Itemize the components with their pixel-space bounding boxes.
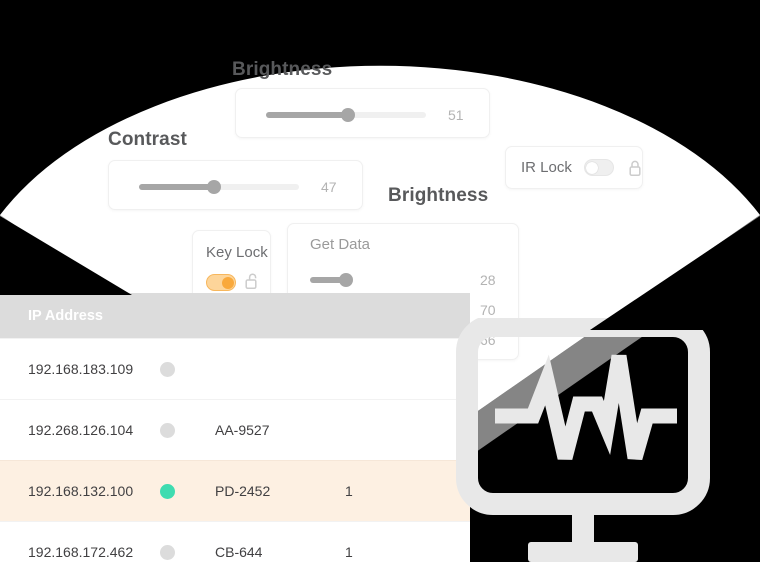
cell-name: AA-9527 [215, 422, 270, 438]
cell-ip-address: 192.168.132.100 [28, 483, 134, 499]
cell-ip-address: 192.168.172.462 [28, 544, 134, 560]
key-lock-toggle[interactable] [206, 274, 236, 291]
contrast-slider[interactable] [139, 180, 299, 194]
get-data-slider-row-1[interactable]: 28 [310, 272, 496, 288]
padlock-open-icon [245, 272, 260, 290]
table-row-selected[interactable]: 192.168.132.100 PD-2452 1 [0, 460, 470, 521]
brightness-top-slider-value: 51 [448, 107, 464, 123]
key-lock-label: Key Lock [206, 244, 268, 261]
table-header-row: IP Address [0, 293, 470, 338]
cell-name: CB-644 [215, 544, 263, 560]
status-dot-inactive [160, 361, 175, 377]
monitor-heartbeat-icon [455, 318, 745, 562]
brightness-group-title: Brightness [388, 185, 489, 206]
column-header-ip-address[interactable]: IP Address [0, 308, 160, 324]
contrast-slider-row[interactable]: 47 [139, 179, 337, 195]
brightness-top-slider[interactable] [266, 108, 426, 122]
device-table: IP Address 192.168.183.109 192.268.126.1… [0, 293, 470, 562]
padlock-closed-icon [628, 159, 642, 177]
slider-fill [139, 184, 215, 190]
brightness-top-slider-row[interactable]: 51 [266, 107, 464, 123]
table-row[interactable]: 192.168.183.109 [0, 338, 470, 399]
get-data-label: Get Data [310, 236, 371, 253]
contrast-title: Contrast [108, 129, 187, 150]
key-lock-card: Key Lock [192, 230, 271, 302]
get-data-slider-1[interactable] [310, 273, 440, 287]
cell-status [160, 483, 215, 499]
status-dot-inactive [160, 422, 175, 438]
toggle-knob [221, 276, 234, 289]
cell-name: PD-2452 [215, 483, 271, 499]
ir-lock-label: IR Lock [521, 159, 572, 176]
slider-thumb[interactable] [340, 108, 355, 122]
brightness-top-card: 51 [235, 88, 490, 138]
brightness-top-title: Brightness [232, 59, 333, 80]
cell-ip-address: 192.168.183.109 [28, 361, 134, 377]
slider-fill [266, 112, 348, 118]
get-data-slider-value-1: 28 [480, 272, 496, 288]
get-data-slider-value-2: 70 [480, 302, 496, 318]
screenshot-stage: Brightness 51 Contrast 47 IR Lock Key Lo… [0, 0, 760, 562]
table-row[interactable]: 192.268.126.104 AA-9527 [0, 399, 470, 460]
cell-count: 1 [345, 544, 353, 560]
status-dot-active [160, 483, 175, 499]
ir-lock-toggle[interactable] [583, 159, 614, 176]
cell-ip-address: 192.268.126.104 [28, 422, 134, 438]
cell-count: 1 [345, 483, 353, 499]
table-row[interactable]: 192.168.172.462 CB-644 1 [0, 521, 470, 562]
slider-thumb[interactable] [339, 273, 354, 287]
contrast-card: 47 [108, 160, 363, 210]
cell-status [160, 422, 215, 438]
ir-lock-card: IR Lock [505, 146, 643, 189]
slider-thumb[interactable] [207, 180, 222, 194]
toggle-knob [586, 161, 599, 174]
cell-status [160, 544, 215, 560]
contrast-slider-value: 47 [321, 179, 337, 195]
status-dot-inactive [160, 544, 175, 560]
cell-status [160, 361, 215, 377]
